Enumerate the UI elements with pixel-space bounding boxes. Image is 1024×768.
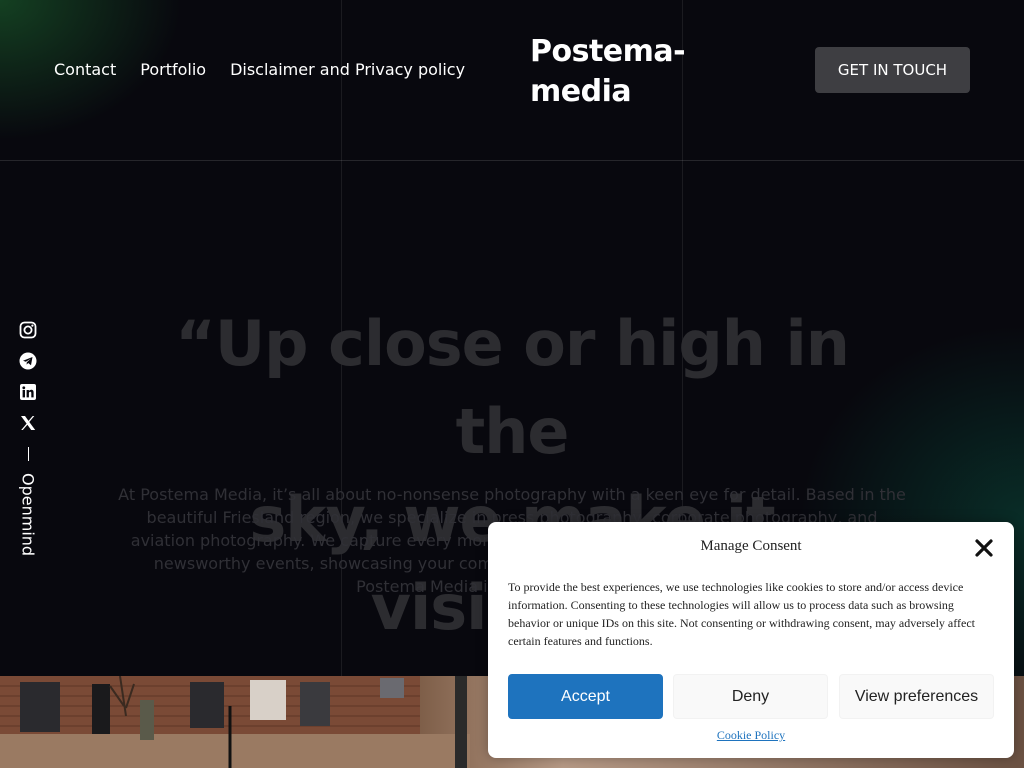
page: Contact Portfolio Disclaimer and Privacy…	[0, 0, 1024, 768]
hero-quote-line-1: “Up close or high in the	[175, 307, 850, 468]
linkedin-icon[interactable]	[19, 383, 37, 401]
accept-button[interactable]: Accept	[508, 674, 663, 719]
cookie-policy-link[interactable]: Cookie Policy	[717, 728, 785, 742]
x-icon[interactable]	[19, 414, 37, 432]
nav-item-contact[interactable]: Contact	[54, 60, 116, 79]
consent-body-text: To provide the best experiences, we use …	[508, 580, 975, 648]
nav-item-disclaimer[interactable]: Disclaimer and Privacy policy	[230, 60, 465, 79]
nav-item-portfolio[interactable]: Portfolio	[140, 60, 206, 79]
deny-button[interactable]: Deny	[673, 674, 828, 719]
vertical-label: Openmind	[18, 473, 38, 557]
site-logo[interactable]: Postema- media	[530, 32, 700, 112]
instagram-icon[interactable]	[19, 321, 37, 339]
header-divider	[0, 160, 1024, 161]
main-nav: Contact Portfolio Disclaimer and Privacy…	[54, 60, 465, 79]
get-in-touch-button[interactable]: GET IN TOUCH	[815, 47, 970, 93]
close-icon[interactable]	[974, 538, 994, 558]
view-preferences-button[interactable]: View preferences	[839, 674, 994, 719]
consent-dialog: Manage Consent To provide the best exper…	[488, 522, 1014, 758]
telegram-icon[interactable]	[19, 352, 37, 370]
social-sidebar: Openmind	[18, 321, 38, 557]
cookie-policy-row: Cookie Policy	[488, 728, 1014, 743]
logo-line-1: Postema-	[530, 34, 686, 69]
consent-title: Manage Consent	[700, 538, 802, 554]
divider	[27, 447, 29, 461]
logo-line-2: media	[530, 74, 632, 109]
